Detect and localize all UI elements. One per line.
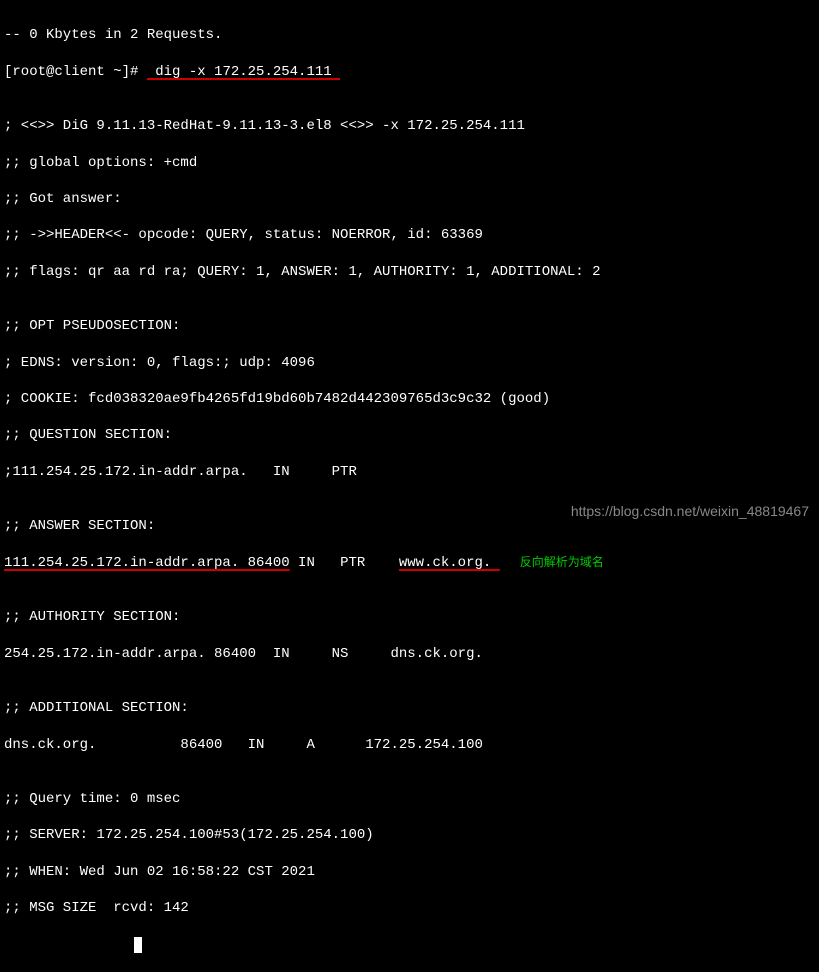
output-line: ;111.254.25.172.in-addr.arpa. IN PTR (4, 463, 815, 481)
answer-record-mid: IN PTR (290, 555, 399, 571)
answer-line: 111.254.25.172.in-addr.arpa. 86400 IN PT… (4, 554, 815, 572)
output-line: ;; QUESTION SECTION: (4, 426, 815, 444)
command-text: dig -x 172.25.254.111 (147, 64, 340, 80)
output-line: ;; Got answer: (4, 190, 815, 208)
output-line: ; COOKIE: fcd038320ae9fb4265fd19bd60b748… (4, 390, 815, 408)
output-line: -- 0 Kbytes in 2 Requests. (4, 26, 815, 44)
output-line: ;; SERVER: 172.25.254.100#53(172.25.254.… (4, 826, 815, 844)
output-line: 254.25.172.in-addr.arpa. 86400 IN NS dns… (4, 645, 815, 663)
output-line: ; EDNS: version: 0, flags:; udp: 4096 (4, 354, 815, 372)
output-line: ;; Query time: 0 msec (4, 790, 815, 808)
output-line: dns.ck.org. 86400 IN A 172.25.254.100 (4, 736, 815, 754)
output-line: ;; MSG SIZE rcvd: 142 (4, 899, 815, 917)
shell-prompt: [root@client ~]# (4, 64, 147, 80)
output-line: ; <<>> DiG 9.11.13-RedHat-9.11.13-3.el8 … (4, 117, 815, 135)
cursor-line (4, 936, 815, 954)
answer-record-value: www.ck.org. (399, 555, 500, 571)
output-line: ;; OPT PSEUDOSECTION: (4, 317, 815, 335)
prompt-line: [root@client ~]# dig -x 172.25.254.111 (4, 63, 815, 81)
answer-record-name: 111.254.25.172.in-addr.arpa. 86400 (4, 555, 290, 571)
terminal-output: -- 0 Kbytes in 2 Requests. [root@client … (4, 8, 815, 972)
output-line: ;; ->>HEADER<<- opcode: QUERY, status: N… (4, 226, 815, 244)
output-line: ;; WHEN: Wed Jun 02 16:58:22 CST 2021 (4, 863, 815, 881)
output-line: ;; ADDITIONAL SECTION: (4, 699, 815, 717)
output-line: ;; flags: qr aa rd ra; QUERY: 1, ANSWER:… (4, 263, 815, 281)
annotation-text: 反向解析为域名 (520, 555, 604, 569)
output-line: ;; AUTHORITY SECTION: (4, 608, 815, 626)
watermark-text: https://blog.csdn.net/weixin_48819467 (571, 502, 809, 520)
output-line: ;; global options: +cmd (4, 154, 815, 172)
terminal-cursor (134, 937, 142, 953)
